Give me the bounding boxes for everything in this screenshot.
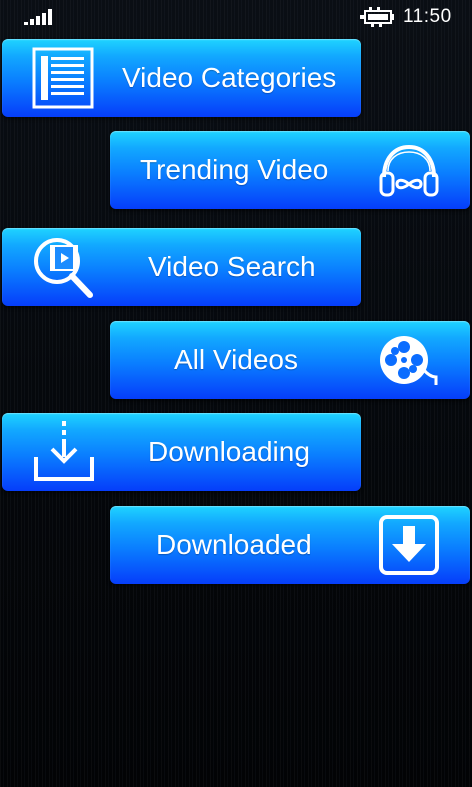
downloaded-label: Downloaded [156,529,312,560]
trending-video-button[interactable]: Trending Video [110,131,470,209]
video-categories-label: Video Categories [122,62,337,93]
video-search-icon [34,238,93,298]
downloading-label: Downloading [148,436,310,467]
status-bar: 11:50 [0,0,472,34]
video-categories-button[interactable]: Video Categories [2,39,361,117]
video-search-label: Video Search [148,251,316,282]
all-videos-label: All Videos [174,344,299,375]
signal-strength-icon [24,9,52,25]
film-reel-icon [380,336,438,385]
clock: 11:50 [403,6,452,27]
download-box-icon [379,515,439,575]
downloading-button[interactable]: Downloading [2,413,361,491]
battery-charging-icon [360,7,394,27]
video-search-button[interactable]: Video Search [2,228,361,306]
all-videos-button[interactable]: All Videos [110,321,470,399]
trending-video-label: Trending Video [140,154,329,185]
list-icon [32,47,94,109]
downloaded-button[interactable]: Downloaded [110,506,470,584]
headphones-icon [379,144,439,197]
download-tray-icon [34,421,94,481]
